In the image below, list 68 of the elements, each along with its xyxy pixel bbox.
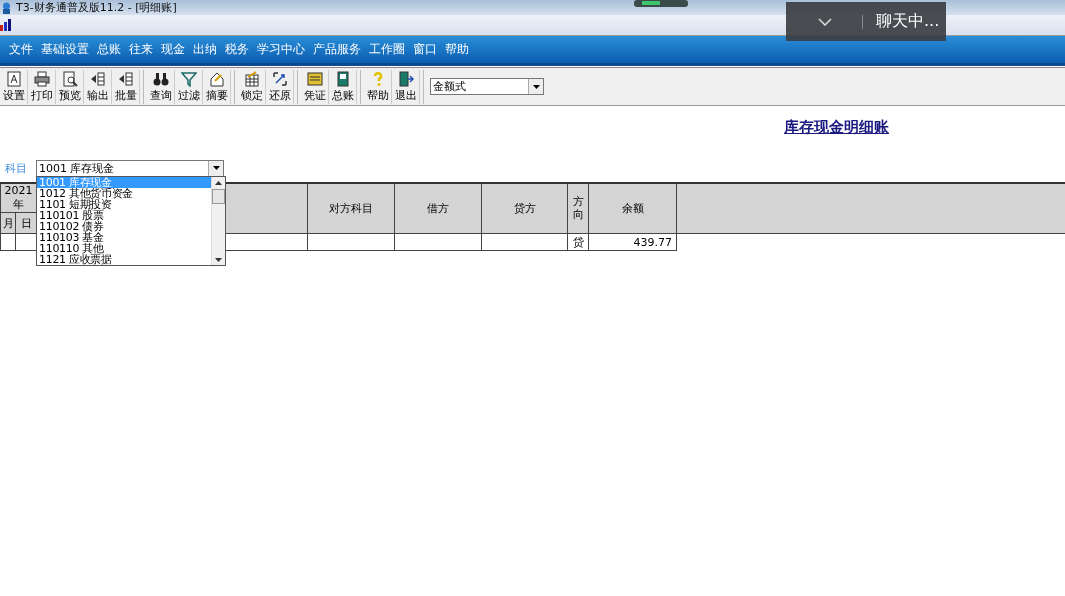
- dropdown-option[interactable]: 1121 应收票据: [37, 254, 211, 265]
- menu-item[interactable]: 帮助: [445, 41, 469, 58]
- scroll-up-icon: [215, 181, 222, 185]
- chevron-down-icon: [818, 17, 832, 26]
- column-header: 月: [0, 212, 16, 234]
- dropdown-option[interactable]: 1012 其他货币资金: [37, 188, 211, 199]
- app-icon: [2, 1, 11, 14]
- menu-item[interactable]: 基础设置: [41, 41, 89, 58]
- menu-item[interactable]: 窗口: [413, 41, 437, 58]
- font-page-icon: [5, 70, 22, 87]
- dropdown-option[interactable]: 110110 其他: [37, 243, 211, 254]
- menu-item[interactable]: 现金: [161, 41, 185, 58]
- binoculars-icon: [152, 70, 169, 87]
- account-dropdown[interactable]: 1001 库存现金: [36, 159, 224, 177]
- dropdown-option[interactable]: 1101 短期投资: [37, 199, 211, 210]
- toolbar-button[interactable]: 批量: [112, 69, 140, 104]
- column-header: 贷方: [481, 183, 568, 234]
- toolbar-button[interactable]: 打印: [28, 69, 56, 104]
- toolbar-button[interactable]: 输出: [84, 69, 112, 104]
- pencil-icon: [208, 70, 225, 87]
- toolbar-button[interactable]: 设置: [0, 69, 28, 104]
- export-icon: [89, 70, 106, 87]
- dropdown-option[interactable]: 110101 股票: [37, 210, 211, 221]
- toolbar-button[interactable]: 锁定: [238, 69, 266, 104]
- menu-item[interactable]: 往来: [129, 41, 153, 58]
- menu-item[interactable]: 文件: [9, 41, 33, 58]
- restore-icon: [271, 70, 288, 87]
- book-icon: [334, 70, 351, 87]
- toolbar-button[interactable]: 帮助: [364, 69, 392, 104]
- column-header: 余额: [588, 183, 677, 234]
- table-cell: 贷: [567, 233, 589, 251]
- toolbar-button[interactable]: 过滤: [175, 69, 203, 104]
- toolbar-button[interactable]: 查询: [147, 69, 175, 104]
- menu-item[interactable]: 总账: [97, 41, 121, 58]
- batch-icon: [117, 70, 134, 87]
- menu-item[interactable]: 税务: [225, 41, 249, 58]
- window-title: T3-财务通普及版11.2 - [明细账]: [16, 0, 177, 15]
- filter-icon: [180, 70, 197, 87]
- chart-icon: [0, 19, 12, 31]
- menu-item[interactable]: 产品服务: [313, 41, 361, 58]
- chat-overlay[interactable]: 聊天中...: [786, 2, 946, 41]
- column-header: 2021年: [0, 183, 37, 213]
- toolbar-button[interactable]: 退出: [392, 69, 420, 104]
- preview-icon: [61, 70, 78, 87]
- scroll-down-icon: [215, 258, 222, 262]
- column-header: 方向: [567, 183, 589, 234]
- toolbar-button[interactable]: 总账: [329, 69, 357, 104]
- level-indicator-icon: [634, 0, 688, 7]
- dropdown-option[interactable]: 110102 债券: [37, 221, 211, 232]
- door-icon: [397, 70, 414, 87]
- report-title: 库存现金明细账: [784, 118, 889, 138]
- menu-item[interactable]: 出纳: [193, 41, 217, 58]
- caret-icon: [212, 166, 220, 170]
- toolbar-button[interactable]: 预览: [56, 69, 84, 104]
- scrollbar[interactable]: [211, 177, 225, 265]
- account-label: 科目: [4, 160, 28, 176]
- column-header: 借方: [394, 183, 482, 234]
- format-dropdown[interactable]: 金额式: [430, 78, 544, 95]
- menu-item[interactable]: 学习中心: [257, 41, 305, 58]
- caret-icon: [532, 84, 540, 89]
- table-cell: 439.77: [588, 233, 677, 251]
- scroll-thumb[interactable]: [212, 189, 225, 204]
- column-header: 对方科目: [307, 183, 395, 234]
- toolbar-button[interactable]: 还原: [266, 69, 294, 104]
- menu-item[interactable]: 工作圈: [369, 41, 405, 58]
- printer-icon: [33, 70, 50, 87]
- toolbar-button[interactable]: 凭证: [301, 69, 329, 104]
- toolbar-button[interactable]: 摘要: [203, 69, 231, 104]
